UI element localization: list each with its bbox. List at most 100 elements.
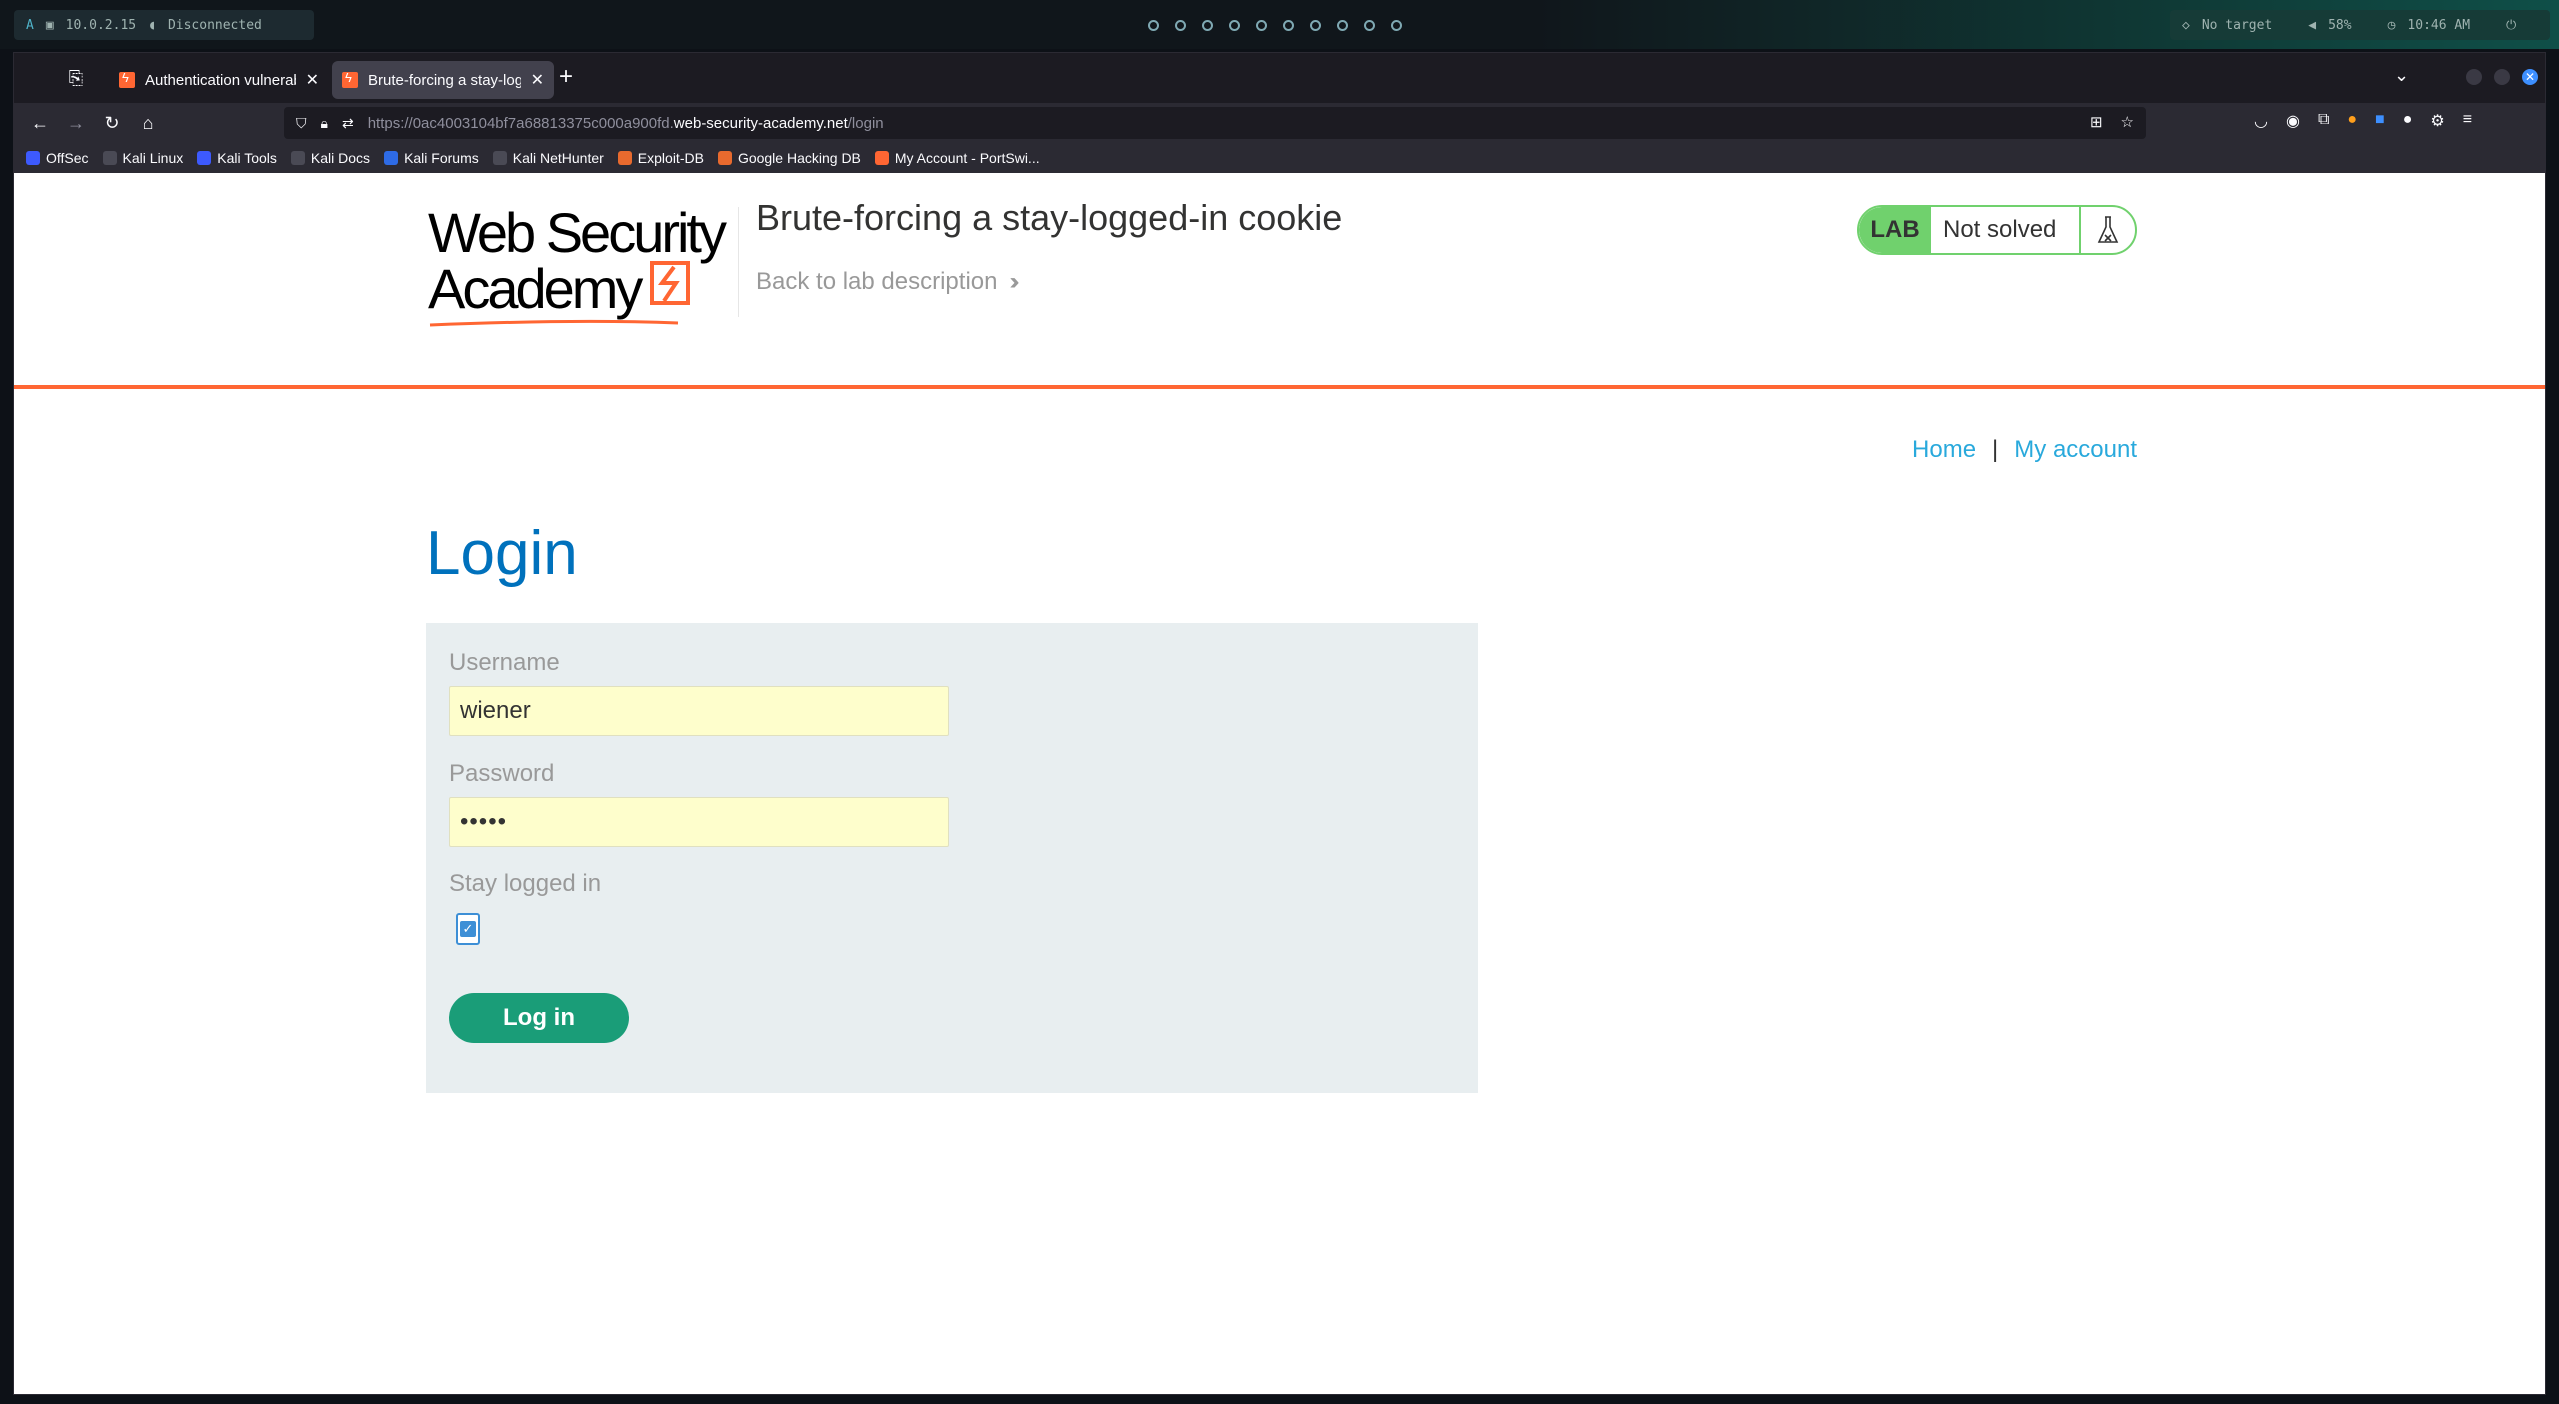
system-top-bar: A ▣ 10.0.2.15 ◖ Disconnected ◇ No target… bbox=[0, 0, 2559, 49]
extension-blue-icon[interactable]: ■ bbox=[2375, 111, 2385, 131]
offsec-icon bbox=[26, 151, 40, 165]
back-to-lab-description-link[interactable]: Back to lab description ›› bbox=[756, 268, 1019, 296]
workspace-6-icon[interactable] bbox=[1283, 19, 1294, 31]
power-icon[interactable]: ⏻ bbox=[2506, 18, 2516, 33]
bookmark-kali-forums[interactable]: Kali Forums bbox=[384, 150, 479, 166]
foxyproxy-icon[interactable]: ● bbox=[2347, 111, 2357, 131]
exploit-db-icon bbox=[617, 151, 632, 165]
page-title: Login bbox=[426, 519, 578, 588]
bookmark-kali-tools[interactable]: Kali Tools bbox=[197, 150, 277, 166]
username-field[interactable]: wiener bbox=[449, 686, 949, 736]
kali-dragon-icon bbox=[102, 151, 117, 165]
password-field[interactable]: ••••• bbox=[449, 797, 949, 847]
shield-icon[interactable]: ⛉ bbox=[296, 115, 307, 132]
back-arrow-icon[interactable]: ← bbox=[28, 111, 52, 135]
lock-icon[interactable]: 🔒︎ bbox=[321, 115, 328, 132]
lab-status-text: Not solved bbox=[1931, 207, 2081, 253]
bookmark-google-hacking-db[interactable]: Google Hacking DB bbox=[717, 150, 861, 166]
minimize-icon[interactable] bbox=[2466, 69, 2482, 85]
url-bar[interactable]: ⛉ 🔒︎ ⇄ https://0ac4003104bf7a68813375c00… bbox=[284, 107, 2146, 139]
tab-strip: ⎘ Authentication vulnerabili ✕ Brute-for… bbox=[14, 53, 2545, 103]
permissions-icon[interactable]: ⇄ bbox=[342, 115, 354, 132]
stay-logged-in-checkbox[interactable]: ✓ bbox=[456, 913, 480, 945]
menu-icon[interactable]: ≡ bbox=[2463, 111, 2472, 131]
lab-tag: LAB bbox=[1859, 207, 1931, 253]
checkmark-icon: ✓ bbox=[460, 921, 476, 937]
bookmark-kali-docs[interactable]: Kali Docs bbox=[290, 150, 371, 166]
my-account-link[interactable]: My account bbox=[2014, 436, 2137, 464]
workspace-5-icon[interactable] bbox=[1256, 19, 1267, 31]
volume-level[interactable]: 58% bbox=[2328, 18, 2351, 33]
web-page: Web Security Academy Brute-forcing a sta… bbox=[14, 173, 2545, 1394]
chevron-down-icon[interactable]: ⌄ bbox=[2394, 65, 2409, 86]
vpn-icon: ◖ bbox=[148, 17, 156, 33]
close-tab-icon[interactable]: ✕ bbox=[306, 70, 319, 90]
lightning-logo-icon bbox=[650, 261, 690, 305]
header-divider bbox=[738, 207, 739, 317]
close-window-icon[interactable]: ✕ bbox=[2522, 69, 2538, 85]
bookmark-my-account-portswigger[interactable]: My Account - PortSwi... bbox=[874, 150, 1040, 166]
bookmark-label: Kali Forums bbox=[404, 150, 479, 166]
reload-icon[interactable]: ↻ bbox=[100, 111, 124, 135]
toolbar-extensions: ◡ ◉ ⧉ ● ■ ● ⚙ ≡ bbox=[2254, 111, 2472, 131]
url-prefix: https://0ac4003104bf7a68813375c000a900fd… bbox=[367, 114, 674, 132]
home-icon[interactable]: ⌂ bbox=[136, 111, 160, 135]
new-tab-icon[interactable]: + bbox=[559, 65, 573, 89]
logo-line-2: Academy bbox=[428, 257, 643, 320]
close-tab-icon[interactable]: ✕ bbox=[531, 70, 544, 90]
bookmarks-toolbar: OffSec Kali Linux Kali Tools Kali Docs K… bbox=[14, 143, 2545, 173]
bookmark-exploit-db[interactable]: Exploit-DB bbox=[617, 150, 704, 166]
pocket-icon[interactable]: ◡ bbox=[2254, 111, 2268, 131]
workspace-4-icon[interactable] bbox=[1229, 19, 1240, 31]
workspace-1-icon[interactable] bbox=[1148, 19, 1159, 31]
portswigger-favicon-icon bbox=[874, 151, 889, 165]
log-in-button[interactable]: Log in bbox=[449, 993, 629, 1043]
workspace-8-icon[interactable] bbox=[1337, 19, 1348, 31]
logo-line-1: Web Security bbox=[428, 201, 727, 264]
translate-icon[interactable]: ⊞ bbox=[2090, 113, 2103, 131]
volume-icon: ◀ bbox=[2308, 17, 2317, 33]
workspace-7-icon[interactable] bbox=[1310, 19, 1321, 31]
flask-icon bbox=[2081, 207, 2135, 253]
bookmark-star-icon[interactable]: ☆ bbox=[2121, 113, 2134, 131]
back-link-label: Back to lab description bbox=[756, 268, 998, 295]
forward-arrow-icon[interactable]: → bbox=[64, 111, 88, 135]
lab-title: Brute-forcing a stay-logged-in cookie bbox=[756, 197, 1343, 238]
bookmark-label: Kali NetHunter bbox=[512, 150, 604, 166]
system-menu[interactable]: A ▣ 10.0.2.15 ◖ Disconnected bbox=[14, 10, 314, 40]
extension-cookie-icon[interactable]: ● bbox=[2403, 111, 2413, 131]
tab-brute-forcing[interactable]: Brute-forcing a stay-logge ✕ bbox=[332, 61, 554, 99]
kali-dragon-icon bbox=[492, 151, 507, 165]
lab-header: Web Security Academy Brute-forcing a sta… bbox=[14, 173, 2545, 389]
tab-authentication[interactable]: Authentication vulnerabili ✕ bbox=[109, 61, 329, 99]
clock[interactable]: 10:46 AM bbox=[2407, 18, 2470, 33]
username-label: Username bbox=[449, 649, 560, 676]
list-all-tabs-icon[interactable]: ⎘ bbox=[64, 66, 88, 90]
network-icon: ▣ bbox=[45, 17, 54, 33]
target-status[interactable]: No target bbox=[2202, 18, 2272, 33]
login-form: Username wiener Password ••••• Stay logg… bbox=[426, 623, 1478, 1093]
bookmark-offsec[interactable]: OffSec bbox=[26, 150, 89, 166]
kali-dragon-icon bbox=[290, 151, 305, 165]
bookmark-label: Kali Docs bbox=[310, 150, 371, 166]
bookmark-label: Google Hacking DB bbox=[737, 150, 861, 166]
stay-logged-in-label: Stay logged in bbox=[449, 870, 602, 897]
maximize-icon[interactable] bbox=[2494, 69, 2510, 85]
bookmark-kali-nethunter[interactable]: Kali NetHunter bbox=[492, 150, 604, 166]
nav-separator: | bbox=[1992, 436, 1999, 463]
extension-gear-icon[interactable]: ⚙ bbox=[2430, 111, 2444, 131]
url-host: web-security-academy.net bbox=[673, 114, 848, 132]
exploit-db-icon bbox=[717, 151, 732, 165]
web-security-academy-logo[interactable]: Web Security Academy bbox=[428, 201, 748, 327]
workspace-3-icon[interactable] bbox=[1202, 19, 1213, 31]
account-icon[interactable]: ◉ bbox=[2286, 111, 2300, 131]
workspace-10-icon[interactable] bbox=[1391, 19, 1402, 31]
bookmark-label: Kali Linux bbox=[122, 150, 184, 166]
workspace-9-icon[interactable] bbox=[1364, 19, 1375, 31]
bookmark-kali-linux[interactable]: Kali Linux bbox=[102, 150, 184, 166]
workspace-2-icon[interactable] bbox=[1175, 19, 1186, 31]
home-link[interactable]: Home bbox=[1912, 436, 1976, 464]
logo-underline-icon bbox=[429, 319, 679, 327]
extensions-icon[interactable]: ⧉ bbox=[2318, 111, 2329, 131]
navigation-toolbar: ← → ↻ ⌂ ⛉ 🔒︎ ⇄ https://0ac4003104bf7a688… bbox=[14, 103, 2545, 143]
